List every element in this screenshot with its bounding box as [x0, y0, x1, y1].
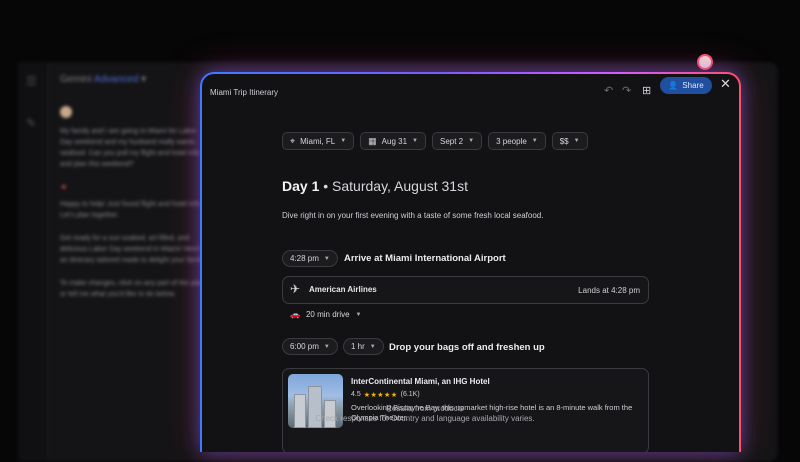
location-pin-icon: ⌖ [290, 135, 296, 146]
airplane-icon: ✈ [290, 282, 301, 296]
event-title: Arrive at Miami International Airport [344, 253, 506, 264]
hotel-name: InterContinental Miami, an IHG Hotel [351, 377, 490, 386]
itinerary-window: Miami Trip Itinerary ↶ ↷ ⊞ 👤 Share ✕ ⌖ M… [202, 74, 739, 452]
assistant-message: Get ready for a sun-soaked, art-filled, … [60, 235, 207, 264]
duration-chip[interactable]: 1 hr ▼ [343, 338, 384, 355]
feedback-icon[interactable]: ⊞ [642, 84, 651, 97]
chevron-down-icon: ▼ [323, 343, 330, 350]
drive-segment[interactable]: 🚗 20 min drive ▼ [290, 310, 362, 319]
star-icon: ★★★★★ [363, 392, 398, 399]
chat-history: My family and I are going to Miami for L… [60, 106, 210, 312]
window-header: Miami Trip Itinerary ↶ ↷ ⊞ 👤 Share ✕ [202, 74, 739, 108]
disclaimer: Results from products Check responses fo… [315, 404, 535, 423]
menu-icon[interactable]: ☰ [26, 74, 40, 88]
close-icon[interactable]: ✕ [720, 76, 731, 92]
chevron-down-icon: ▼ [323, 255, 330, 262]
chevron-down-icon: ▼ [355, 311, 362, 318]
assistant-message: Happy to help! Just found flight and hot… [60, 201, 203, 219]
app-title: Gemini Advanced ▾ [60, 74, 147, 85]
window-title: Miami Trip Itinerary [210, 88, 279, 97]
chevron-down-icon: ▼ [468, 138, 475, 144]
flight-card[interactable]: ✈ American Airlines Lands at 4:28 pm [282, 276, 649, 304]
day-heading: Day 1 • Saturday, August 31st [282, 178, 468, 194]
calendar-icon: ▦ [368, 135, 377, 146]
airline-name: American Airlines [309, 285, 377, 294]
event-title: Drop your bags off and freshen up [389, 342, 545, 353]
user-avatar [60, 106, 72, 118]
assistant-message: To make changes, click on any part of th… [60, 280, 204, 298]
price-filter[interactable]: $$ ▼ [551, 132, 588, 150]
itinerary-window-frame: Miami Trip Itinerary ↶ ↷ ⊞ 👤 Share ✕ ⌖ M… [200, 72, 741, 452]
trip-filters: ⌖ Miami, FL ▼ ▦ Aug 31 ▼ Sept 2 ▼ 3 peop… [282, 132, 588, 150]
start-date-filter[interactable]: ▦ Aug 31 ▼ [360, 132, 426, 150]
hotel-time-chip[interactable]: 6:00 pm ▼ [282, 338, 338, 355]
user-message: My family and I are going to Miami for L… [60, 128, 200, 168]
hotel-rating: 4.5 ★★★★★ (6.1K) [351, 391, 420, 399]
arrival-time-chip[interactable]: 4:28 pm ▼ [282, 250, 338, 267]
side-rail: ☰ ✎ [18, 62, 49, 462]
share-button[interactable]: 👤 Share [660, 77, 712, 94]
people-filter[interactable]: 3 people ▼ [488, 132, 546, 150]
landing-time: Lands at 4:28 pm [578, 286, 640, 295]
location-filter[interactable]: ⌖ Miami, FL ▼ [282, 132, 355, 150]
chevron-down-icon: ▼ [531, 138, 538, 144]
chevron-down-icon: ▼ [369, 343, 376, 350]
end-date-filter[interactable]: Sept 2 ▼ [431, 132, 483, 150]
account-avatar[interactable] [697, 54, 713, 70]
day-description: Dive right in on your first evening with… [282, 211, 544, 220]
chevron-down-icon: ▼ [340, 138, 347, 144]
person-add-icon: 👤 [668, 81, 679, 90]
redo-icon[interactable]: ↷ [622, 84, 631, 97]
undo-icon[interactable]: ↶ [604, 84, 613, 97]
car-icon: 🚗 [290, 310, 300, 319]
chevron-down-icon: ▼ [412, 138, 418, 144]
gemini-spark-icon: ✦ [60, 182, 68, 192]
chevron-down-icon: ▼ [573, 138, 580, 144]
new-chat-icon[interactable]: ✎ [26, 116, 40, 130]
